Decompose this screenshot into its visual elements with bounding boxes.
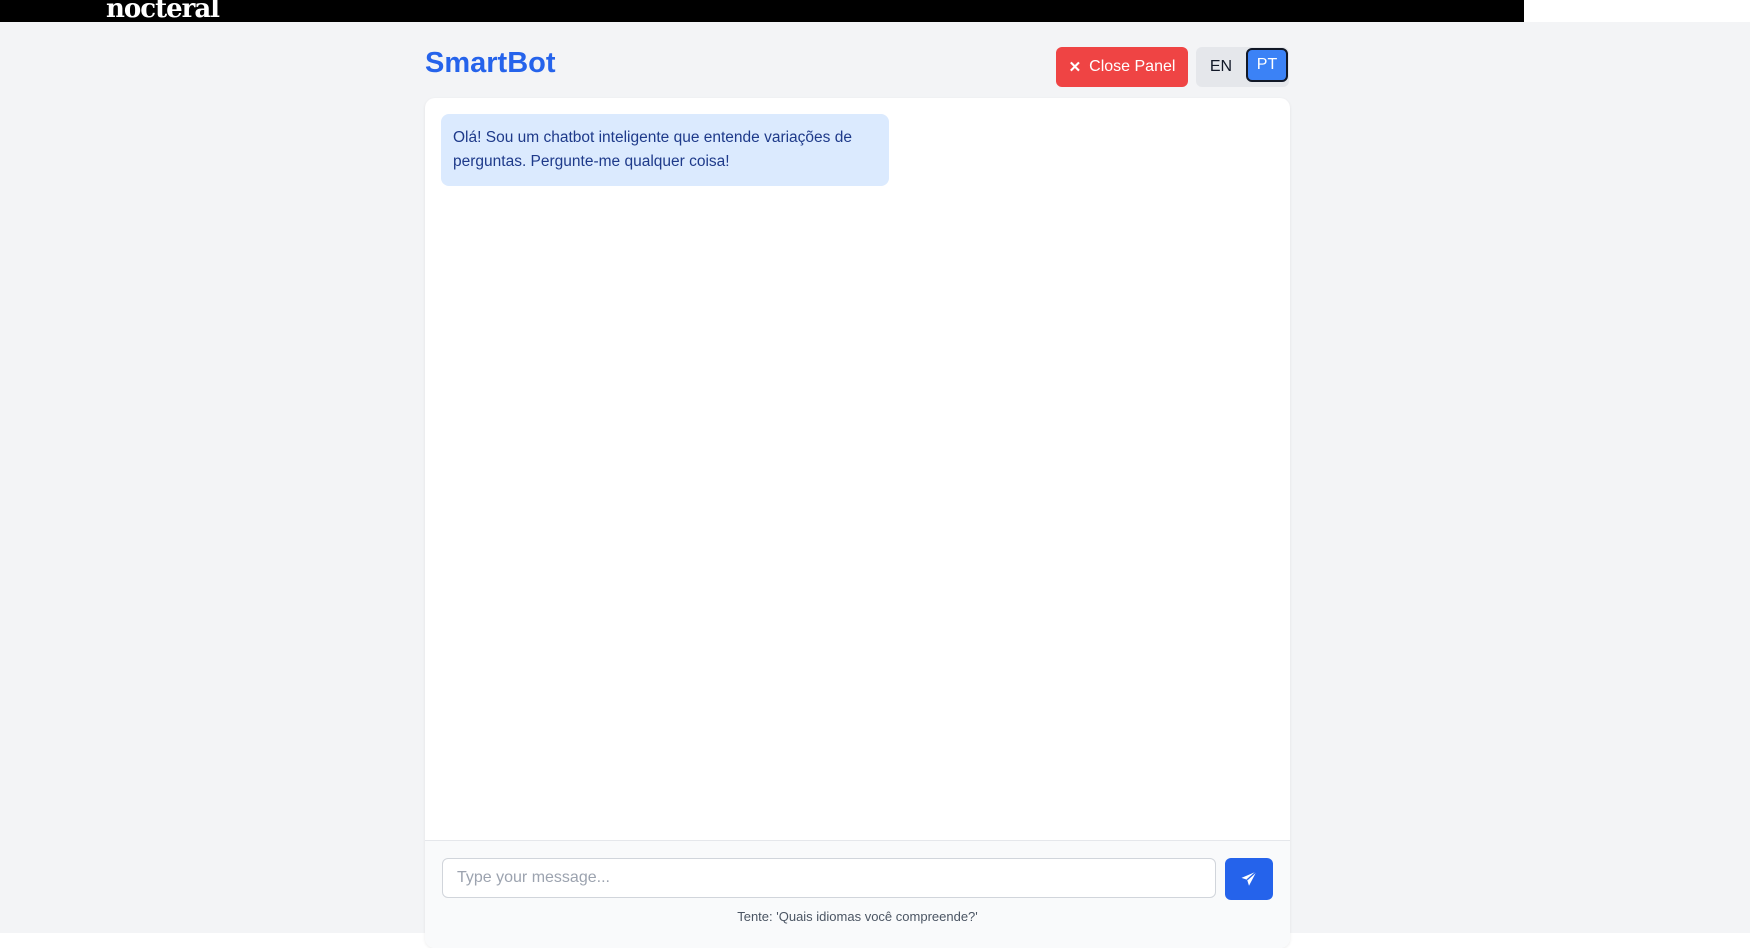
header: SmartBot ✕ Close Panel EN PT (425, 34, 1289, 87)
close-panel-button[interactable]: ✕ Close Panel (1056, 47, 1188, 87)
send-button[interactable] (1225, 858, 1273, 900)
brand-title: SmartBot (425, 47, 556, 79)
bot-message: Olá! Sou um chatbot inteligente que ente… (441, 114, 889, 186)
page-background: SmartBot ✕ Close Panel EN PT Olá! Sou um… (0, 22, 1750, 948)
send-icon (1241, 870, 1257, 886)
message-list[interactable]: Olá! Sou um chatbot inteligente que ente… (425, 98, 1290, 840)
site-logo[interactable]: nocteral (106, 0, 220, 22)
close-icon: ✕ (1068, 58, 1082, 76)
top-black-bar: nocteral (0, 0, 1524, 22)
lang-en-button[interactable]: EN (1196, 47, 1246, 87)
lang-pt-button[interactable]: PT (1246, 48, 1288, 82)
close-panel-label: Close Panel (1089, 58, 1176, 75)
input-area: Tente: 'Quais idiomas você compreende?' (425, 840, 1290, 948)
suggestion-hint: Tente: 'Quais idiomas você compreende?' (737, 909, 978, 924)
chat-panel: Olá! Sou um chatbot inteligente que ente… (425, 98, 1290, 948)
message-input[interactable] (442, 858, 1216, 898)
language-switcher: EN PT (1196, 47, 1289, 87)
